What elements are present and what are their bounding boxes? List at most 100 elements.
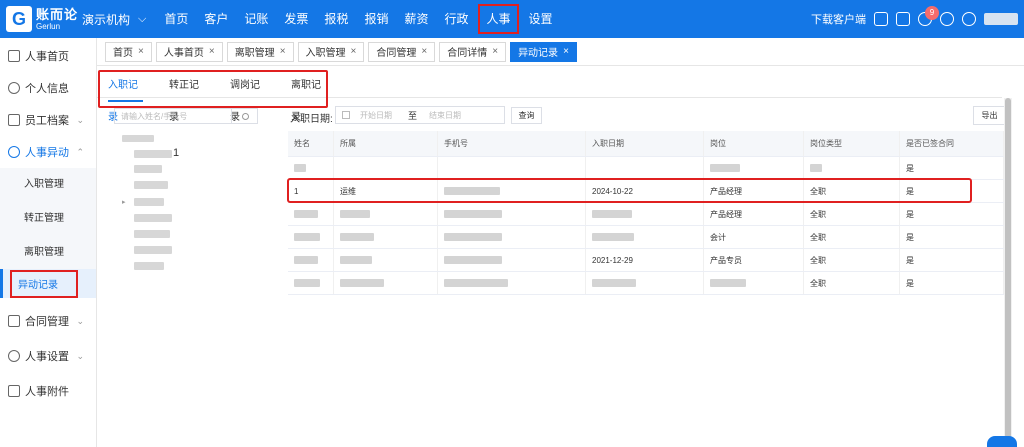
column-header[interactable]: 所属 — [334, 131, 438, 156]
end-date-input[interactable]: 结束日期 — [429, 110, 461, 121]
sidebar-subitem-change-record[interactable]: 异动记录 — [0, 269, 96, 298]
task-icon[interactable] — [896, 12, 910, 26]
tab-onboarding-record[interactable]: 入职记录 — [108, 70, 143, 123]
tab-label: 合同管理 — [376, 48, 417, 59]
org-switcher[interactable]: 演示机构 ⌵ — [82, 11, 146, 28]
sidebar-item-hr-attachments[interactable]: 人事附件 — [0, 375, 96, 407]
column-header[interactable]: 手机号 — [438, 131, 586, 156]
nav-salary[interactable]: 薪资 — [396, 0, 436, 38]
tab-hr-home[interactable]: 人事首页 × — [155, 41, 223, 62]
nav-reimburse[interactable]: 报销 — [356, 0, 396, 38]
nav-settings[interactable]: 设置 — [521, 0, 561, 38]
close-icon[interactable]: × — [421, 46, 427, 57]
close-icon[interactable]: × — [492, 46, 498, 57]
headset-icon[interactable] — [940, 12, 954, 26]
position-cell — [704, 157, 804, 179]
tab-resignation[interactable]: 离职管理 × — [226, 41, 294, 62]
tab-regularization-record[interactable]: 转正记录 — [169, 70, 204, 123]
bell-icon[interactable]: 9 — [918, 6, 939, 26]
position-type-cell: 全职 — [804, 203, 900, 225]
tree-node[interactable] — [134, 181, 168, 189]
caret-right-icon[interactable]: ▸ — [122, 198, 126, 206]
nav-home[interactable]: 首页 — [156, 0, 196, 38]
table-row[interactable]: 产品经理 全职 是 — [288, 203, 1004, 226]
table-row[interactable]: 1 运维 2024-10-22 产品经理 全职 是 — [288, 180, 1004, 203]
contract-icon — [8, 315, 20, 327]
scan-icon[interactable] — [874, 12, 888, 26]
start-date-input[interactable]: 开始日期 — [360, 110, 392, 121]
sidebar-subitem-resignation[interactable]: 离职管理 — [0, 236, 96, 265]
sidebar-item-hr-change[interactable]: 人事异动 ⌃ — [0, 136, 96, 168]
nav-hr[interactable]: 人事 — [478, 4, 519, 34]
column-header[interactable]: 姓名 — [288, 131, 334, 156]
query-button[interactable]: 查询 — [511, 107, 542, 124]
table-row[interactable]: 2021-12-29 产品专员 全职 是 — [288, 249, 1004, 272]
nav-tax[interactable]: 报税 — [316, 0, 356, 38]
sidebar-item-personal-info[interactable]: 个人信息 — [0, 72, 96, 104]
sidebar-item-hr-settings[interactable]: 人事设置 ⌄ — [0, 340, 96, 372]
tab-transfer-record[interactable]: 调岗记录 — [230, 70, 265, 123]
sidebar-subitem-regularization[interactable]: 转正管理 — [0, 202, 96, 231]
sidebar-item-label: 员工档案 — [25, 115, 69, 127]
hire-date-cell — [586, 226, 704, 248]
sidebar-item-contract[interactable]: 合同管理 ⌄ — [0, 305, 96, 337]
nav-bookkeeping[interactable]: 记账 — [236, 0, 276, 38]
tree-node[interactable] — [134, 214, 172, 222]
sidebar-item-employee-archive[interactable]: 员工档案 ⌄ — [0, 104, 96, 136]
avatar[interactable] — [984, 13, 1018, 25]
table-header: 姓名 所属 手机号 入职日期 岗位 岗位类型 是否已签合同 — [288, 131, 1004, 157]
vertical-scrollbar[interactable] — [1004, 98, 1012, 447]
hire-date-range-picker[interactable]: 开始日期 至 结束日期 — [335, 106, 505, 124]
date-range-separator: 至 — [408, 110, 418, 121]
help-icon[interactable] — [962, 12, 976, 26]
close-icon[interactable]: × — [563, 46, 569, 57]
tree-node[interactable] — [134, 262, 164, 270]
tab-onboarding[interactable]: 入职管理 × — [297, 41, 365, 62]
close-icon[interactable]: × — [138, 46, 144, 57]
table-row[interactable]: 是 — [288, 157, 1004, 180]
export-button[interactable]: 导出 — [973, 106, 1006, 125]
name-cell — [288, 249, 334, 271]
dept-cell — [334, 157, 438, 179]
nav-customer[interactable]: 客户 — [196, 0, 236, 38]
nav-invoice[interactable]: 发票 — [276, 0, 316, 38]
tab-contract-detail[interactable]: 合同详情 × — [439, 41, 507, 62]
tab-change-record[interactable]: 异动记录 × — [510, 41, 577, 62]
nav-admin[interactable]: 行政 — [436, 0, 476, 38]
tab-contract[interactable]: 合同管理 × — [368, 41, 436, 62]
tab-resignation-record[interactable]: 离职记录 — [291, 70, 326, 123]
position-cell — [704, 272, 804, 294]
name-cell — [288, 157, 334, 179]
scrollbar-thumb[interactable] — [1005, 98, 1011, 438]
table-row[interactable]: 全职 是 — [288, 272, 1004, 295]
close-icon[interactable]: × — [351, 46, 357, 57]
download-client-link[interactable]: 下载客户端 — [811, 11, 866, 27]
chat-icon[interactable] — [987, 436, 1017, 447]
sidebar-item-hr-home[interactable]: 人事首页 — [0, 40, 96, 72]
tree-node[interactable] — [134, 150, 172, 158]
tree-node[interactable] — [134, 165, 162, 173]
table-row[interactable]: 会计 全职 是 — [288, 226, 1004, 249]
brand-logo[interactable]: G 账而论 Gerlun — [0, 6, 78, 32]
hire-date-label: 入职日期: — [290, 114, 333, 125]
tree-node[interactable] — [134, 198, 164, 206]
close-icon[interactable]: × — [280, 46, 286, 57]
tab-label: 首页 — [113, 48, 133, 59]
column-header[interactable]: 是否已签合同 — [900, 131, 1004, 156]
tree-node[interactable] — [134, 246, 172, 254]
dept-cell — [334, 226, 438, 248]
tab-home[interactable]: 首页 × — [105, 41, 152, 62]
position-type-cell: 全职 — [804, 226, 900, 248]
sidebar-subitem-onboarding[interactable]: 入职管理 — [0, 168, 96, 197]
column-header[interactable]: 入职日期 — [586, 131, 704, 156]
close-icon[interactable]: × — [209, 46, 215, 57]
search-button[interactable] — [231, 108, 258, 124]
top-nav: 首页 客户 记账 发票 报税 报销 薪资 行政 人事 设置 — [156, 0, 560, 38]
tree-node[interactable] — [122, 135, 154, 142]
column-header[interactable]: 岗位 — [704, 131, 804, 156]
tree-node[interactable] — [134, 230, 170, 238]
chevron-down-icon: ⌵ — [138, 12, 147, 25]
column-header[interactable]: 岗位类型 — [804, 131, 900, 156]
position-cell: 产品经理 — [704, 203, 804, 225]
dept-cell: 运维 — [334, 180, 438, 202]
